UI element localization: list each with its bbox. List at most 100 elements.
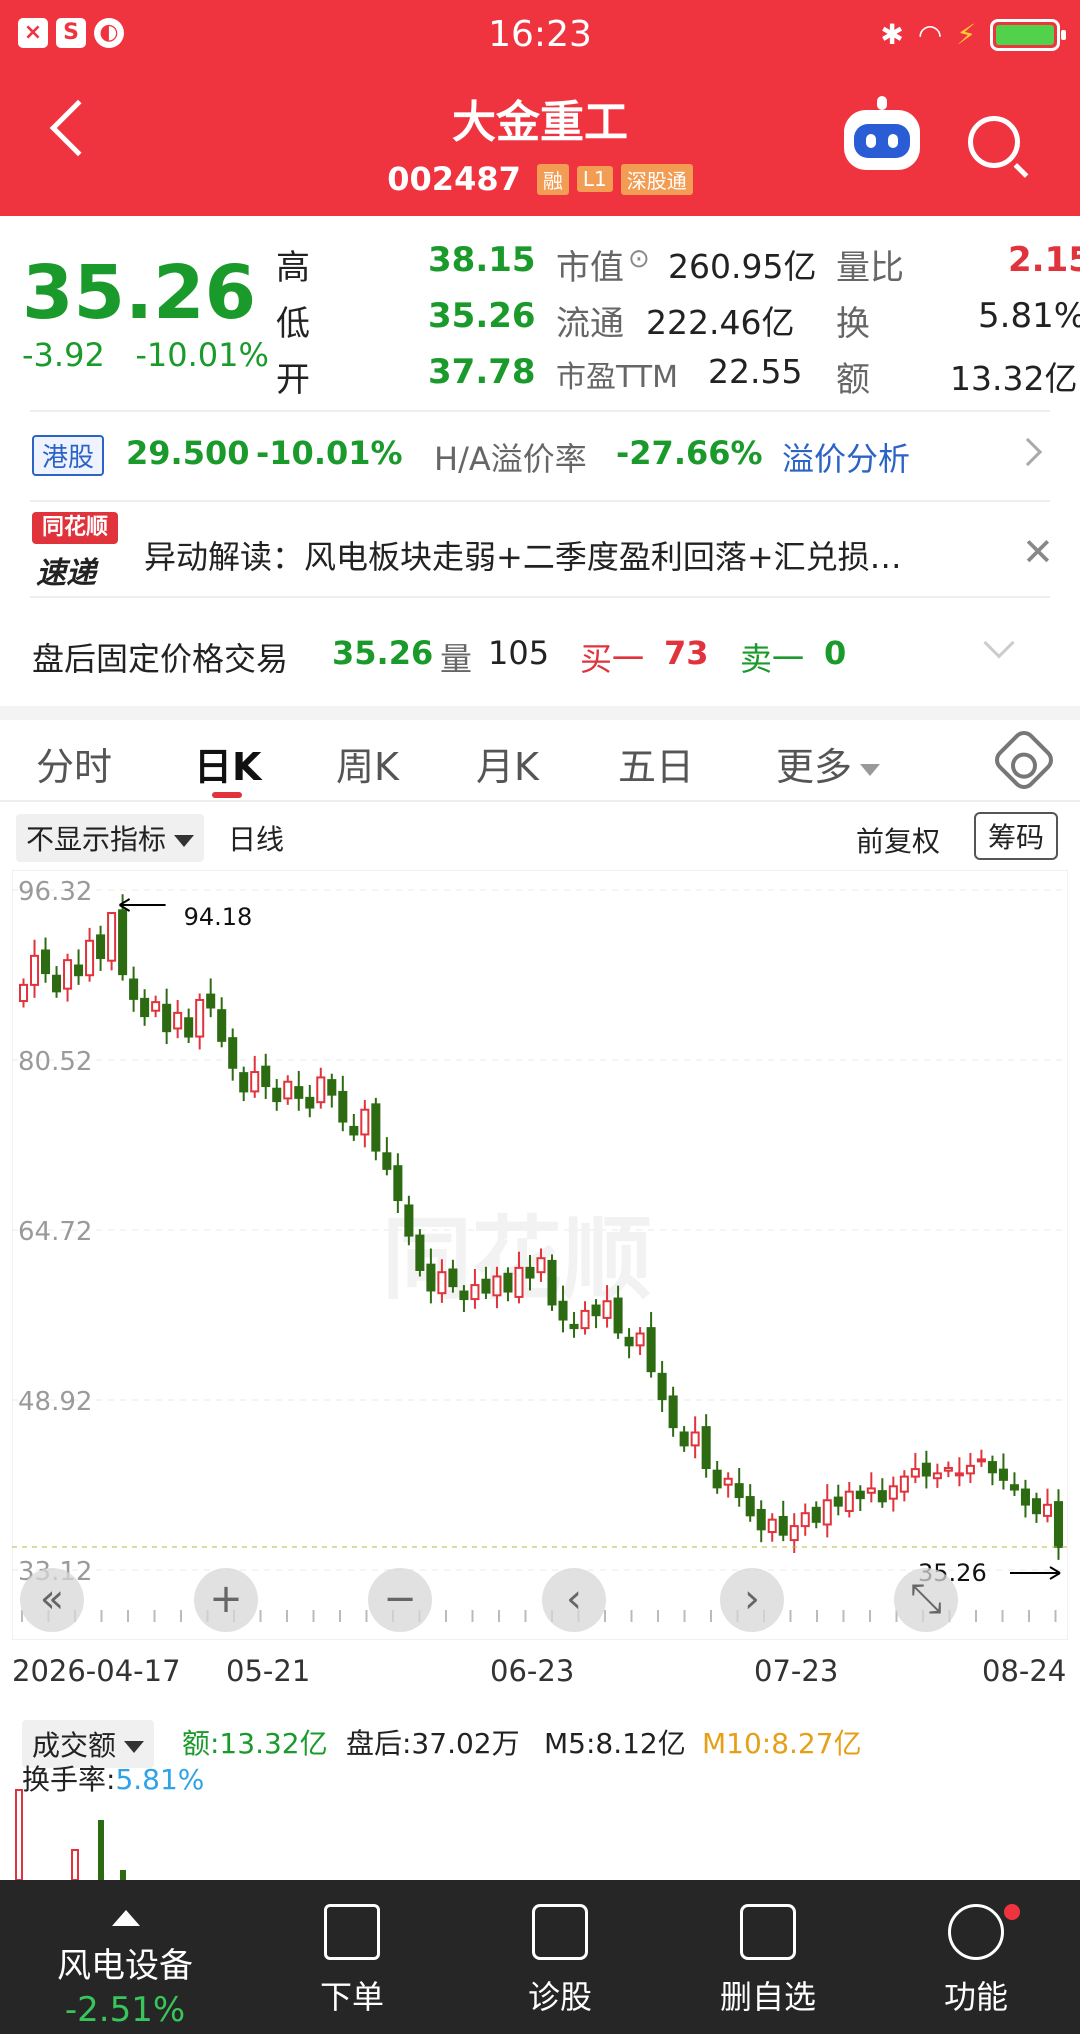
candle-body <box>657 1372 667 1401</box>
rewind-icon[interactable]: « <box>20 1568 84 1632</box>
chevron-left-icon[interactable]: ‹ <box>542 1568 606 1632</box>
divider <box>30 596 1050 598</box>
diagnose-button[interactable]: 诊股 <box>452 1880 668 2034</box>
chevron-right-icon[interactable] <box>1013 437 1043 467</box>
tab-monthly-k[interactable]: 月K <box>476 736 539 791</box>
order-button[interactable]: 下单 <box>244 1880 460 2034</box>
current-price: 35.26 <box>22 250 257 336</box>
candle-body <box>481 1278 491 1294</box>
pe-value: 22.55 <box>708 352 803 391</box>
volume-bar <box>98 1820 104 1880</box>
mcap-label: 市值 <box>556 248 624 288</box>
x-axis-label: 2026-04-17 <box>12 1654 181 1688</box>
y-tick-label: 80.52 <box>18 1047 92 1077</box>
status-icons-right: ✱ ◠ ⚡ <box>880 18 1066 51</box>
divider <box>30 500 1050 502</box>
candle-body <box>250 1071 260 1093</box>
candle-body <box>635 1332 645 1347</box>
max-marker-label: 94.18 <box>184 903 253 931</box>
tab-five-day[interactable]: 五日 <box>618 736 694 791</box>
up-triangle-icon <box>112 1910 140 1926</box>
zoom-out-icon[interactable]: − <box>368 1568 432 1632</box>
candle-body <box>844 1490 854 1513</box>
candle-body <box>866 1487 876 1494</box>
candle-body <box>52 974 62 993</box>
charging-icon: ⚡ <box>956 18 976 51</box>
ths-express-logo: 同花顺 速递 <box>32 512 118 591</box>
news-headline[interactable]: 异动解读：风电板块走弱+二季度盈利回落+汇兑损… <box>144 532 902 578</box>
indicator-select[interactable]: 不显示指标 <box>16 814 205 862</box>
candle-body <box>932 1472 942 1480</box>
high-value: 38.15 <box>428 240 536 280</box>
candle-body <box>426 1263 436 1292</box>
candle-body <box>800 1512 810 1528</box>
candle-body <box>107 912 117 962</box>
candle-body <box>1009 1484 1019 1491</box>
candle-body <box>129 978 139 1000</box>
settings-icon[interactable] <box>990 726 1058 794</box>
remove-watchlist-button[interactable]: 删自选 <box>660 1880 876 2034</box>
candle-body <box>437 1271 447 1295</box>
y-tick-label: 64.72 <box>18 1217 92 1247</box>
section-gap <box>0 706 1080 720</box>
candle-body <box>228 1037 238 1069</box>
hk-share-tag[interactable]: 港股 <box>32 435 105 476</box>
candle-body <box>239 1072 249 1093</box>
candle-body <box>118 909 128 976</box>
tab-more[interactable]: 更多 <box>776 736 881 791</box>
chevron-down-icon[interactable] <box>983 627 1015 659</box>
sector-button[interactable]: 风电设备 -2.51% <box>0 1880 250 2034</box>
divider <box>0 800 1080 802</box>
bluetooth-icon: ✱ <box>880 18 904 51</box>
chevron-right-icon[interactable]: › <box>720 1568 784 1632</box>
zoom-in-icon[interactable]: + <box>194 1568 258 1632</box>
candle-body <box>536 1257 546 1274</box>
connect-tag: 深股通 <box>620 163 693 195</box>
robot-assistant-icon[interactable] <box>844 96 920 170</box>
tab-daily-k[interactable]: 日K <box>194 736 261 791</box>
close-icon[interactable]: ✕ <box>1022 530 1054 574</box>
volume-amount: 额:13.32亿 <box>182 1727 328 1760</box>
candle-body <box>701 1426 711 1470</box>
candle-body <box>580 1309 590 1330</box>
info-icon[interactable]: ⊙ <box>628 244 650 274</box>
adjust-select[interactable]: 前复权 <box>856 820 940 860</box>
premium-analysis-link[interactable]: 溢价分析 <box>782 434 910 480</box>
fullscreen-icon[interactable]: ⤡ <box>894 1568 958 1632</box>
chips-button[interactable]: 筹码 <box>974 812 1059 860</box>
candle-body <box>261 1065 271 1088</box>
candle-body <box>492 1275 502 1297</box>
candle-body <box>217 1009 227 1042</box>
tab-weekly-k[interactable]: 周K <box>336 736 399 791</box>
x-axis-label: 08-24 <box>982 1654 1067 1688</box>
search-icon[interactable] <box>968 116 1020 168</box>
candle-body <box>921 1462 931 1477</box>
volume-ratio-value: 2.15 <box>1008 240 1080 280</box>
k-line-chart[interactable]: 96.3280.5264.7248.9233.12同花顺94.1835.26 <box>12 870 1068 1640</box>
candle-body <box>272 1087 282 1103</box>
candle-body <box>283 1080 293 1100</box>
m10-value: M10:8.27亿 <box>702 1727 862 1760</box>
candle-body <box>470 1284 480 1301</box>
float-label: 流通 <box>556 304 624 344</box>
functions-button[interactable]: 功能 <box>868 1880 1080 2034</box>
candle-body <box>41 949 51 975</box>
ha-premium-label: H/A溢价率 <box>434 440 587 478</box>
order-icon <box>324 1904 380 1960</box>
wifi-icon: ◠ <box>917 18 943 51</box>
mcap-value: 260.95亿 <box>668 247 817 286</box>
candle-body <box>349 1125 359 1136</box>
candle-body <box>393 1165 403 1202</box>
level-tag: L1 <box>576 166 613 192</box>
candle-body <box>569 1323 579 1330</box>
menu-circle-icon <box>948 1904 1004 1960</box>
candle-body <box>140 997 150 1018</box>
price-change: -3.92 -10.01% <box>22 336 269 374</box>
candle-body <box>998 1468 1008 1481</box>
candle-body <box>503 1272 513 1293</box>
candle-body <box>415 1234 425 1272</box>
tab-intraday[interactable]: 分时 <box>36 736 112 791</box>
candle-body <box>668 1395 678 1429</box>
bottom-toolbar: 风电设备 -2.51% 下单 诊股 删自选 功能 <box>0 1880 1080 2034</box>
low-label: 低 <box>276 304 310 344</box>
